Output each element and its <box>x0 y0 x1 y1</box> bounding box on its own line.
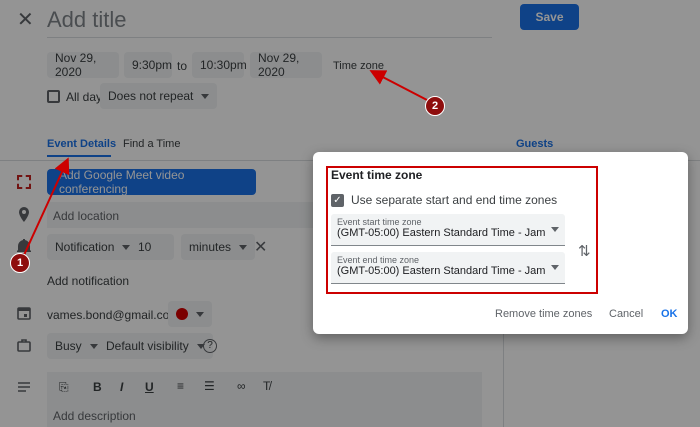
arrow-2 <box>369 70 428 101</box>
annotation-badge-2: 2 <box>425 96 445 116</box>
annotation-arrows <box>23 70 428 256</box>
annotation-badge-1: 1 <box>10 253 30 273</box>
arrow-1 <box>23 157 70 256</box>
